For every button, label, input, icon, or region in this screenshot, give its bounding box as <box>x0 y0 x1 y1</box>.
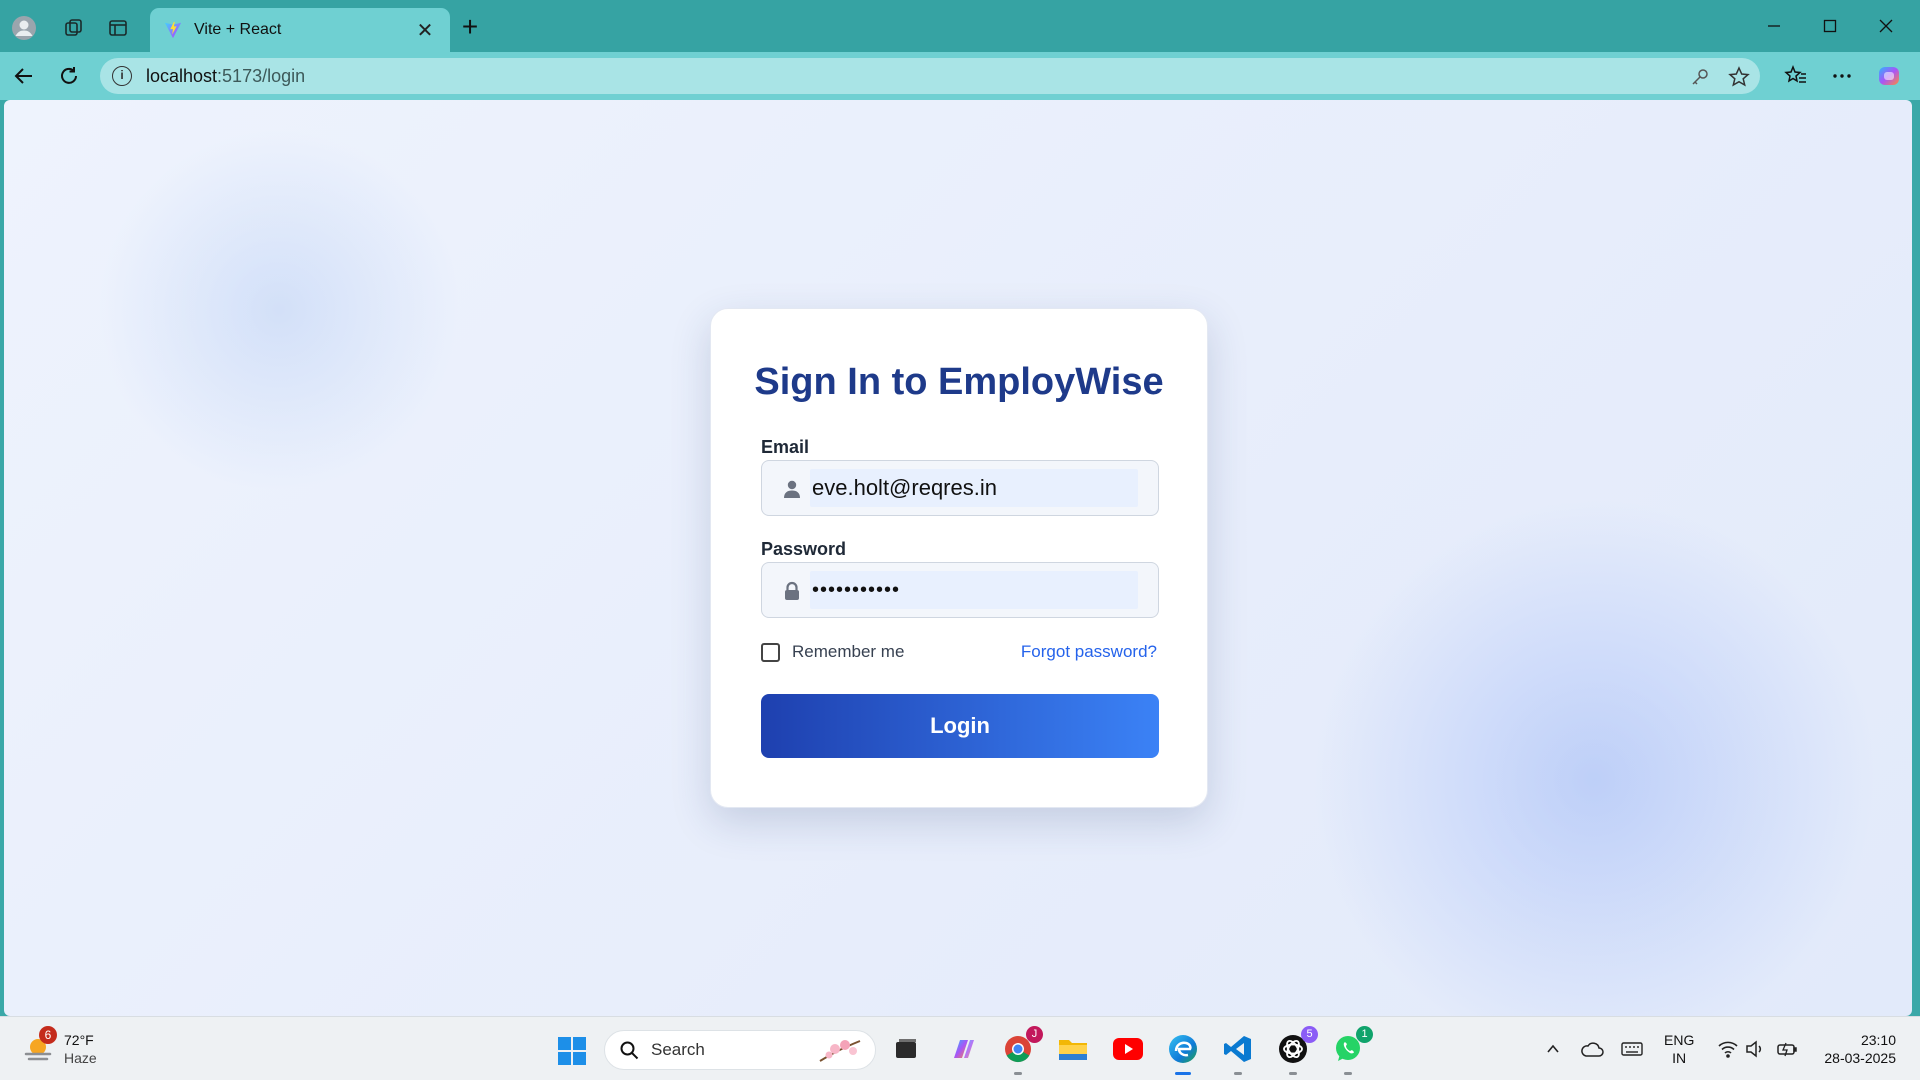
forgot-password-link[interactable]: Forgot password? <box>1021 642 1157 662</box>
password-value: ••••••••••• <box>810 571 1138 609</box>
chrome-profile-badge: J <box>1026 1026 1043 1043</box>
whatsapp-icon[interactable]: 1 <box>1331 1026 1373 1075</box>
chatgpt-badge: 5 <box>1301 1026 1318 1043</box>
language-indicator[interactable]: ENG IN <box>1664 1031 1694 1067</box>
copilot-app-icon[interactable] <box>946 1032 980 1066</box>
copilot-icon[interactable] <box>1875 62 1903 90</box>
close-tab-icon[interactable]: ✕ <box>414 18 436 43</box>
page-title: Sign In to EmployWise <box>754 361 1164 403</box>
browser-toolbar: i localhost:5173/login <box>0 52 1920 100</box>
task-view-icon[interactable] <box>889 1032 923 1066</box>
search-icon <box>620 1041 639 1060</box>
cherry-blossom-icon <box>819 1040 861 1062</box>
minimize-button[interactable] <box>1746 10 1802 42</box>
close-window-button[interactable] <box>1858 10 1914 42</box>
vite-icon <box>164 21 182 39</box>
lock-icon <box>785 581 799 600</box>
keyboard-icon[interactable] <box>1618 1035 1646 1063</box>
login-button[interactable]: Login <box>761 694 1159 758</box>
email-value: eve.holt@reqres.in <box>810 469 1138 507</box>
page-viewport: Sign In to EmployWise Email eve.holt@req… <box>4 100 1912 1016</box>
weather-haze-icon: 6 <box>22 1026 57 1066</box>
user-icon <box>784 480 800 498</box>
weather-badge: 6 <box>39 1026 57 1044</box>
windows-taskbar: 6 72°F Haze Search J 5 1 ENG IN 23:10 28… <box>0 1016 1920 1080</box>
remember-me[interactable]: Remember me <box>761 642 904 662</box>
battery-icon[interactable] <box>1773 1035 1801 1063</box>
favorite-star-icon[interactable] <box>1727 65 1751 89</box>
language-code: ENG <box>1664 1032 1695 1048</box>
address-bar[interactable]: i localhost:5173/login <box>100 58 1760 94</box>
volume-icon[interactable] <box>1741 1035 1769 1063</box>
edge-icon[interactable] <box>1166 1032 1200 1075</box>
new-tab-button[interactable]: + <box>456 13 484 42</box>
profile-icon[interactable] <box>10 14 38 42</box>
workspaces-icon[interactable] <box>60 14 88 42</box>
back-icon[interactable] <box>10 62 38 90</box>
youtube-icon[interactable] <box>1111 1032 1145 1066</box>
search-label: Search <box>651 1040 705 1059</box>
remember-me-checkbox[interactable] <box>761 642 780 662</box>
vertical-tabs-icon[interactable] <box>104 14 132 42</box>
system-clock[interactable]: 23:10 28-03-2025 <box>1824 1031 1896 1067</box>
email-field[interactable]: eve.holt@reqres.in <box>761 460 1159 516</box>
url-path: :5173/login <box>217 65 306 86</box>
chatgpt-icon[interactable]: 5 <box>1276 1026 1318 1075</box>
tab-vite-react[interactable]: Vite + React ✕ <box>150 8 450 52</box>
password-field[interactable]: ••••••••••• <box>761 562 1159 618</box>
site-info-icon[interactable]: i <box>112 66 132 86</box>
file-explorer-icon[interactable] <box>1056 1032 1090 1066</box>
chrome-icon[interactable]: J <box>1001 1026 1043 1075</box>
favorites-icon[interactable] <box>1782 62 1810 90</box>
clock-date: 28-03-2025 <box>1824 1050 1896 1066</box>
login-card: Sign In to EmployWise Email eve.holt@req… <box>710 308 1208 808</box>
browser-tab-bar: Vite + React ✕ + <box>0 0 1920 52</box>
whatsapp-badge: 1 <box>1356 1026 1373 1043</box>
onedrive-cloud-icon[interactable] <box>1578 1035 1606 1063</box>
refresh-icon[interactable] <box>55 62 83 90</box>
email-label: Email <box>761 437 810 457</box>
url-host: localhost <box>146 65 218 86</box>
wifi-icon[interactable] <box>1714 1035 1742 1063</box>
password-key-icon[interactable] <box>1688 65 1712 89</box>
maximize-button[interactable] <box>1802 10 1858 42</box>
chevron-up-icon[interactable] <box>1539 1035 1567 1063</box>
tab-title: Vite + React <box>194 21 282 38</box>
taskbar-search[interactable]: Search <box>604 1030 876 1070</box>
start-button[interactable] <box>557 1036 587 1066</box>
weather-widget[interactable]: 6 72°F Haze <box>22 1026 97 1067</box>
clock-time: 23:10 <box>1860 1032 1896 1048</box>
weather-temp: 72°F <box>64 1032 94 1048</box>
region-code: IN <box>1672 1050 1687 1066</box>
weather-condition: Haze <box>64 1050 97 1066</box>
password-label: Password <box>761 539 847 559</box>
vscode-icon[interactable] <box>1221 1032 1255 1075</box>
windows-icon <box>558 1037 586 1065</box>
more-options-icon[interactable] <box>1828 62 1856 90</box>
remember-me-label: Remember me <box>792 642 905 661</box>
